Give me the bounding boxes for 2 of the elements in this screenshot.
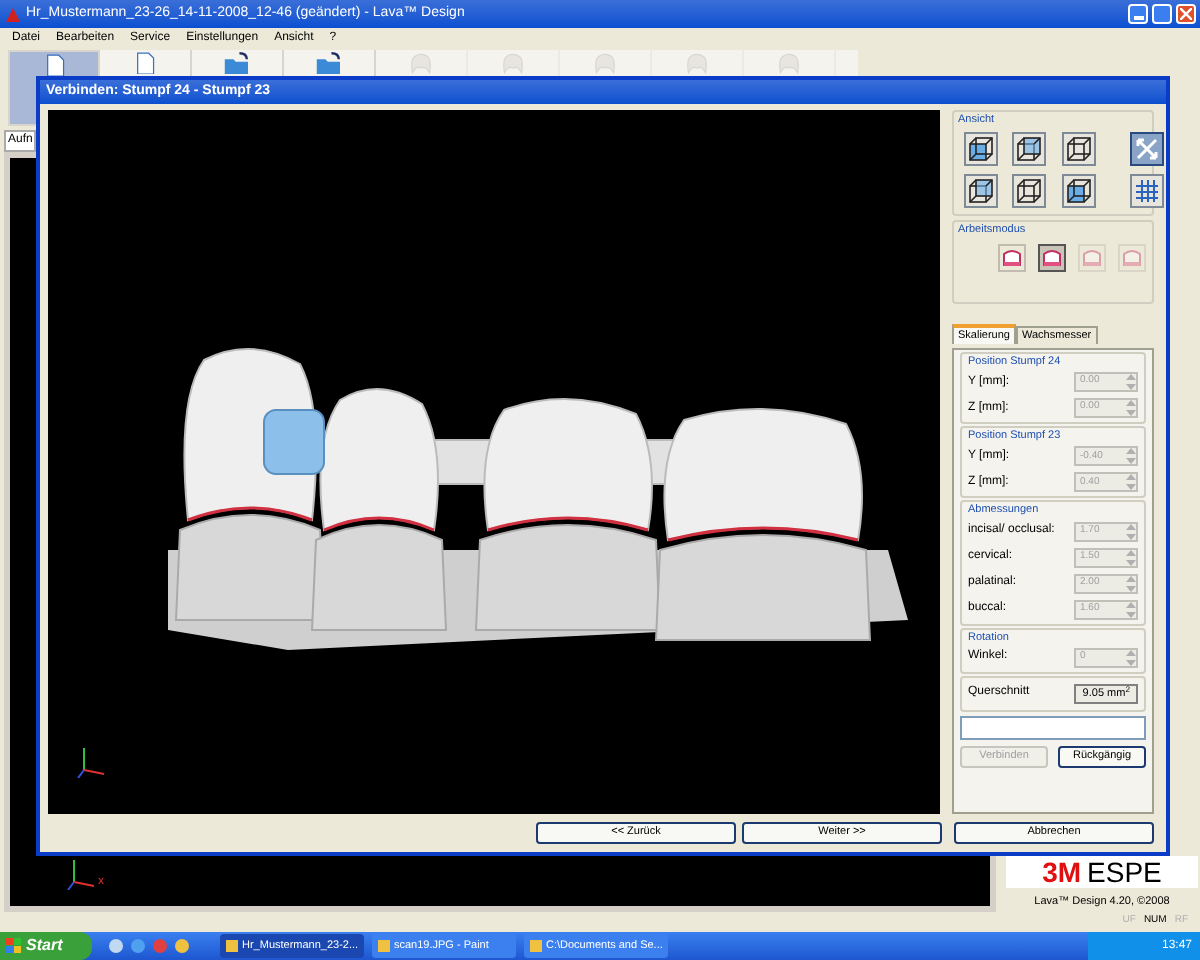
logo-wordmark: ESPE	[1087, 857, 1162, 886]
logo-mark: 3M	[1042, 857, 1082, 886]
